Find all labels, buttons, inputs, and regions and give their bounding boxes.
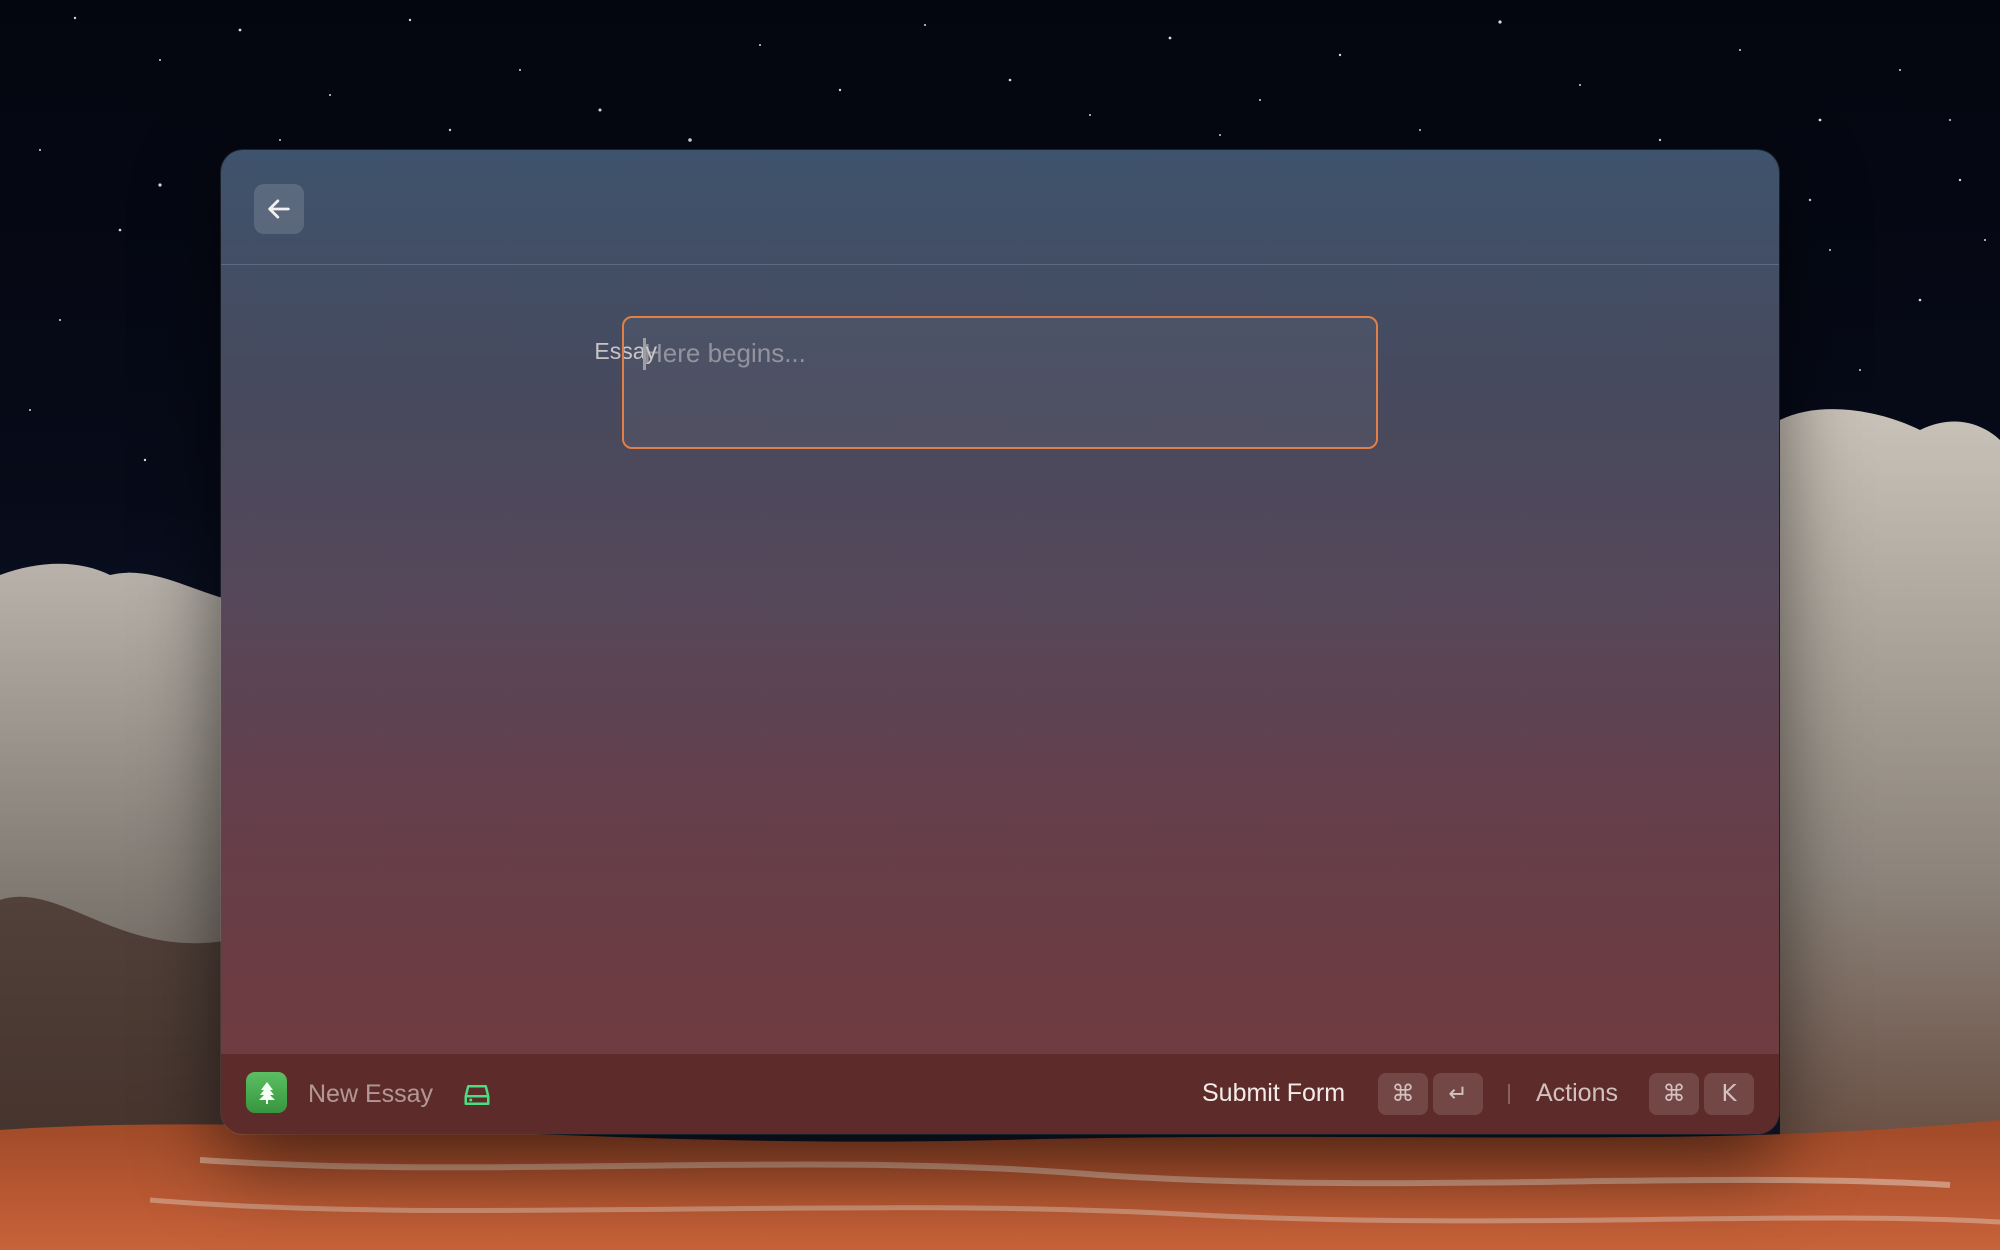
- k-key-badge: K: [1704, 1073, 1754, 1115]
- submit-form-button[interactable]: Submit Form: [1202, 1079, 1345, 1108]
- hard-drive-icon: [464, 1085, 490, 1105]
- back-button[interactable]: [254, 184, 304, 234]
- text-caret: [643, 338, 646, 370]
- navigation-title: New Essay: [308, 1080, 434, 1108]
- action-separator: [1508, 1084, 1510, 1104]
- action-bar: New Essay Submit Form ⌘ ↵ Actions ⌘ K: [221, 1054, 1779, 1134]
- actions-button[interactable]: Actions: [1536, 1079, 1618, 1108]
- essay-form-row: Essay Here begins...: [221, 316, 1779, 450]
- raycast-window: Essay Here begins... New Essay Submit Fo…: [221, 150, 1779, 1134]
- command-key-badge: ⌘: [1649, 1073, 1699, 1115]
- window-header: [221, 150, 1779, 265]
- command-key-badge: ⌘: [1378, 1073, 1428, 1115]
- essay-textarea[interactable]: Here begins...: [622, 316, 1378, 449]
- tree-icon: [246, 1072, 287, 1113]
- essay-placeholder: Here begins...: [644, 338, 806, 368]
- return-key-badge: ↵: [1433, 1073, 1483, 1115]
- arrow-left-icon: [268, 199, 290, 219]
